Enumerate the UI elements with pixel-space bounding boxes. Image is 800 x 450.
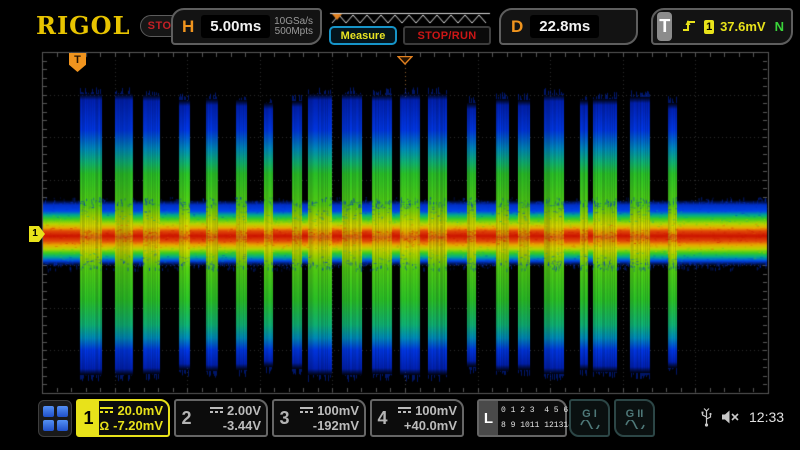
generator1-label: G I [582,408,597,420]
channel1-box[interactable]: 1 20.0mV Ω -7.20mV [76,399,170,437]
channel4-scale: 100mV [415,403,457,418]
channel1-offset-marker[interactable]: 1 [29,226,45,242]
channel4-box[interactable]: 4 100mV +40.0mV [370,399,464,437]
channel2-scale: 2.00V [227,403,261,418]
channel3-scale: 100mV [317,403,359,418]
sample-rate-readout: 10GSa/s 500Mpts [274,17,313,37]
channel4-number: 4 [372,401,393,435]
channel1-number: 1 [78,401,99,435]
memory-depth: 500Mpts [275,26,313,37]
main-menu-button[interactable] [38,400,72,437]
speaker-muted-icon[interactable] [720,409,742,430]
channel1-offset: -7.20mV [113,418,163,433]
generator2-label: G II [626,408,644,420]
channel2-number: 2 [176,401,197,435]
trigger-source-badge: 1 [704,20,714,34]
channel3-box[interactable]: 3 100mV -192mV [272,399,366,437]
measure-button[interactable]: Measure [329,26,397,45]
impedance-icon: Ω [100,419,110,433]
channel3-offset: -192mV [313,418,359,433]
sine-wave-icon [580,420,600,429]
sine-wave-icon [625,420,645,429]
logic-digits-row1: 0 1 2 3 4 5 6 7 [501,406,578,415]
oscilloscope-screen: RIGOL STOP H 5.00ms 10GSa/s 500Mpts Meas… [0,0,800,450]
dc-coupling-icon [300,407,313,415]
trigger-label: T [657,12,672,41]
trigger-position-marker[interactable] [397,52,413,70]
timebase-value[interactable]: 5.00ms [201,15,270,38]
usb-icon [700,407,713,432]
horizontal-label: H [182,17,194,37]
dc-coupling-icon [210,407,223,415]
generator1-box[interactable]: G I [569,399,610,437]
stop-run-button[interactable]: STOP/RUN [403,26,491,45]
trigger-level-value[interactable]: 37.6mV [720,19,766,34]
channel1-scale: 20.0mV [117,403,163,418]
rigol-logo: RIGOL [36,11,130,40]
clock[interactable]: 12:33 [749,409,784,425]
dc-coupling-icon [100,407,113,415]
logic-channel-digits: 0 1 2 3 4 5 6 78 9 1011 12131415 [501,403,563,433]
trigger-level-marker[interactable]: T [69,53,86,72]
menu-grid-icon [43,406,68,431]
trigger-sweep-mode: N [775,19,784,34]
rising-edge-icon [682,17,696,37]
dc-coupling-icon [398,407,411,415]
generator2-box[interactable]: G II [614,399,655,437]
delay-label: D [511,17,523,37]
logic-analyzer-label: L [479,401,498,435]
logic-analyzer-box[interactable]: L 0 1 2 3 4 5 6 78 9 1011 12131415 [477,399,567,437]
delay-panel[interactable]: D 22.8ms [499,8,638,45]
channel4-offset: +40.0mV [404,418,457,433]
trigger-panel[interactable]: T 1 37.6mV N [651,8,793,45]
channel3-number: 3 [274,401,295,435]
delay-value[interactable]: 22.8ms [530,15,599,38]
channel2-box[interactable]: 2 2.00V -3.44V [174,399,268,437]
channel2-offset: -3.44V [223,418,261,433]
horizontal-panel[interactable]: H 5.00ms 10GSa/s 500Mpts [171,8,322,45]
